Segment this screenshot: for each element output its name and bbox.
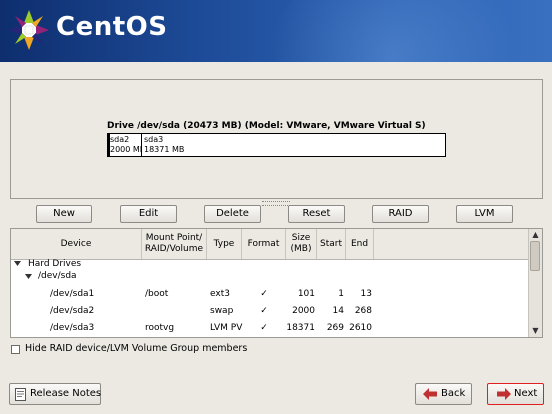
tree-row-drive[interactable]: /dev/sda <box>11 268 528 285</box>
cell-start: 269 <box>326 323 344 333</box>
cell-format-check-icon: ✓ <box>260 306 268 316</box>
raid-button-label: RAID <box>388 208 413 219</box>
drive-partition-bar: sda2 2000 MB sda3 18371 MB <box>107 133 446 157</box>
drive-title: Drive /dev/sda (20473 MB) (Model: VMware… <box>107 121 426 131</box>
reset-button[interactable]: Reset <box>288 205 345 223</box>
segment-size: 2000 MB <box>110 145 142 154</box>
scroll-up-icon[interactable]: ▲ <box>531 230 540 239</box>
release-notes-label: Release Notes <box>30 388 102 399</box>
segment-size: 18371 MB <box>144 145 185 154</box>
delete-button[interactable]: Delete <box>204 205 261 223</box>
cell-format-check-icon: ✓ <box>260 323 268 333</box>
next-button[interactable]: Next <box>487 383 544 405</box>
column-header-mount[interactable]: Mount Point/ RAID/Volume <box>142 229 207 259</box>
cell-end: 13 <box>360 289 372 299</box>
cell-start: 14 <box>332 306 344 316</box>
expander-down-icon[interactable] <box>14 260 21 267</box>
partition-table: Device Mount Point/ RAID/Volume Type For… <box>10 228 543 338</box>
arrow-right-icon <box>497 388 511 400</box>
expander-down-icon[interactable] <box>25 273 32 280</box>
back-button[interactable]: Back <box>415 383 472 405</box>
table-row[interactable]: /dev/sda3 rootvg LVM PV ✓ 18371 269 2610 <box>11 320 528 337</box>
cell-type: ext3 <box>210 289 230 299</box>
cell-end: 2610 <box>349 323 372 333</box>
drive-label: /dev/sda <box>38 271 77 281</box>
table-row[interactable]: /dev/sda1 /boot ext3 ✓ 101 1 13 <box>11 286 528 303</box>
document-icon <box>15 388 26 401</box>
hide-raid-checkbox[interactable] <box>11 345 20 354</box>
cell-size: 101 <box>297 289 315 299</box>
drive-panel: Drive /dev/sda (20473 MB) (Model: VMware… <box>10 79 543 199</box>
scroll-down-icon[interactable]: ▼ <box>531 326 540 335</box>
lvm-button-label: LVM <box>474 208 495 219</box>
hide-raid-label[interactable]: Hide RAID device/LVM Volume Group member… <box>25 343 247 354</box>
cell-device: /dev/sda3 <box>50 323 95 333</box>
cell-type: swap <box>210 306 234 316</box>
pane-splitter-handle[interactable] <box>262 201 290 206</box>
column-header-device[interactable]: Device <box>11 229 142 259</box>
cell-start: 1 <box>338 289 344 299</box>
cell-mount: rootvg <box>145 323 175 333</box>
column-header-type[interactable]: Type <box>207 229 242 259</box>
partition-segment-sda3[interactable]: sda3 18371 MB <box>142 134 445 156</box>
cell-size: 18371 <box>286 323 315 333</box>
column-header-end[interactable]: End <box>346 229 374 259</box>
cell-mount: /boot <box>145 289 169 299</box>
partition-segment-sda2[interactable]: sda2 2000 MB <box>108 134 142 156</box>
new-button-label: New <box>53 208 75 219</box>
cell-format-check-icon: ✓ <box>260 289 268 299</box>
cell-device: /dev/sda1 <box>50 289 95 299</box>
arrow-left-icon <box>423 388 437 400</box>
column-header-size[interactable]: Size (MB) <box>286 229 317 259</box>
edit-button[interactable]: Edit <box>120 205 177 223</box>
scrollbar-thumb[interactable] <box>530 241 540 271</box>
cell-device: /dev/sda2 <box>50 306 95 316</box>
column-header-start[interactable]: Start <box>317 229 346 259</box>
delete-button-label: Delete <box>216 208 249 219</box>
raid-button[interactable]: RAID <box>372 205 429 223</box>
release-notes-button[interactable]: Release Notes <box>9 383 101 405</box>
logo-text: CentOS <box>56 12 168 42</box>
lvm-button[interactable]: LVM <box>456 205 513 223</box>
centos-logo-icon <box>9 10 49 50</box>
next-label: Next <box>514 388 538 399</box>
table-row[interactable]: /dev/sda2 swap ✓ 2000 14 268 <box>11 303 528 320</box>
cell-size: 2000 <box>292 306 315 316</box>
segment-name: sda3 <box>144 135 164 144</box>
segment-name: sda2 <box>110 135 130 144</box>
reset-button-label: Reset <box>302 208 331 219</box>
column-header-format[interactable]: Format <box>242 229 286 259</box>
new-button[interactable]: New <box>36 205 92 223</box>
table-scrollbar[interactable]: ▲ ▼ <box>528 229 542 337</box>
header-banner: CentOS <box>0 0 552 62</box>
banner-decoration <box>272 0 552 62</box>
cell-end: 268 <box>354 306 372 316</box>
cell-type: LVM PV <box>210 323 243 333</box>
back-label: Back <box>441 388 466 399</box>
edit-button-label: Edit <box>138 208 159 219</box>
